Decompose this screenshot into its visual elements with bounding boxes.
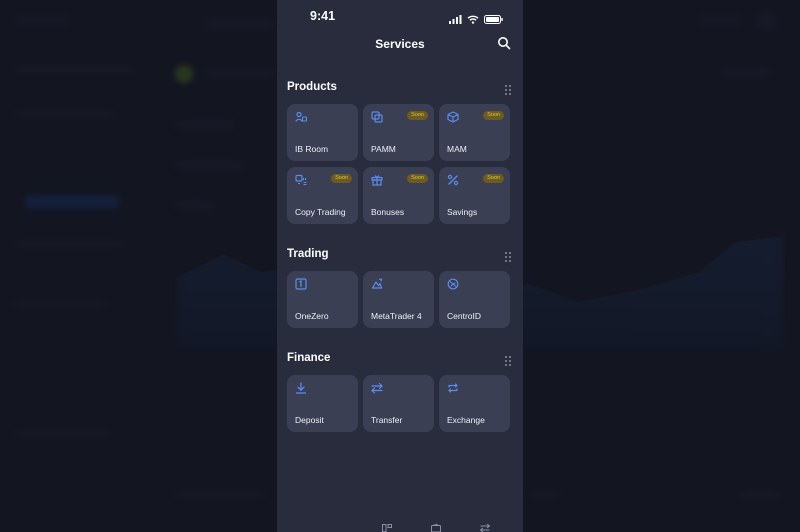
service-card-metatrader-4[interactable]: MetaTrader 4	[363, 271, 434, 328]
centroid-icon	[447, 278, 459, 290]
service-label: Savings	[447, 207, 478, 217]
section-trading: Trading OneZero MetaTrader 4 CentroID	[287, 244, 513, 328]
service-label: Bonuses	[371, 207, 405, 217]
user-network-icon	[295, 111, 307, 123]
wallet-tab-icon[interactable]	[431, 524, 441, 532]
service-card-onezero[interactable]: OneZero	[287, 271, 358, 328]
service-card-exchange[interactable]: Exchange	[439, 375, 510, 432]
status-time: 9:41	[310, 9, 336, 23]
soon-badge: Soon	[331, 174, 352, 183]
drag-handle-icon[interactable]	[505, 82, 511, 95]
service-card-mam[interactable]: Soon MAM	[439, 104, 510, 161]
dashboard-tab-icon[interactable]	[382, 524, 392, 532]
bottom-tab-bar	[277, 518, 523, 532]
search-icon[interactable]	[497, 36, 511, 50]
section-finance: Finance Deposit Transfer Exchange	[287, 348, 513, 432]
service-label: PAMM	[371, 144, 396, 154]
service-card-bonuses[interactable]: Soon Bonuses	[363, 167, 434, 224]
service-card-copy-trading[interactable]: Soon Copy Trading	[287, 167, 358, 224]
service-label: CentroID	[447, 311, 482, 321]
soon-badge: Soon	[483, 111, 504, 120]
service-label: Copy Trading	[295, 207, 346, 217]
service-label: Exchange	[447, 415, 485, 425]
page-title: Services	[375, 37, 425, 51]
drag-handle-icon[interactable]	[505, 249, 511, 262]
copy-stack-icon	[371, 111, 383, 123]
service-card-transfer[interactable]: Transfer	[363, 375, 434, 432]
gift-icon	[371, 174, 383, 186]
service-label: OneZero	[295, 311, 329, 321]
onezero-icon	[295, 278, 307, 290]
service-card-deposit[interactable]: Deposit	[287, 375, 358, 432]
section-title: Finance	[287, 352, 331, 364]
status-bar: 9:41	[277, 0, 523, 32]
exchange-cycle-icon	[447, 382, 459, 394]
transfer-tab-icon[interactable]	[480, 524, 490, 532]
copy-trade-icon	[295, 174, 307, 186]
cube-icon	[447, 111, 459, 123]
battery-icon	[484, 11, 503, 29]
section-title: Trading	[287, 248, 329, 260]
wifi-icon	[467, 11, 479, 29]
soon-badge: Soon	[483, 174, 504, 183]
section-title: Products	[287, 81, 337, 93]
service-card-savings[interactable]: Soon Savings	[439, 167, 510, 224]
service-label: IB Room	[295, 144, 329, 154]
service-card-pamm[interactable]: Soon PAMM	[363, 104, 434, 161]
service-card-centroid[interactable]: CentroID	[439, 271, 510, 328]
section-products: Products IB Room Soon PAMM Soon MAM Soon…	[287, 77, 513, 224]
service-label: Deposit	[295, 415, 324, 425]
service-card-ib-room[interactable]: IB Room	[287, 104, 358, 161]
soon-badge: Soon	[407, 111, 428, 120]
transfer-arrows-icon	[371, 382, 383, 394]
download-icon	[295, 382, 307, 394]
metatrader-icon	[371, 278, 383, 290]
service-label: Transfer	[371, 415, 403, 425]
service-label: MetaTrader 4	[371, 311, 422, 321]
service-label: MAM	[447, 144, 467, 154]
soon-badge: Soon	[407, 174, 428, 183]
percent-icon	[447, 174, 459, 186]
signal-icon	[449, 11, 462, 29]
drag-handle-icon[interactable]	[505, 353, 511, 366]
services-screen: 9:41 Services Products IB Room Soon PAMM…	[277, 0, 523, 532]
